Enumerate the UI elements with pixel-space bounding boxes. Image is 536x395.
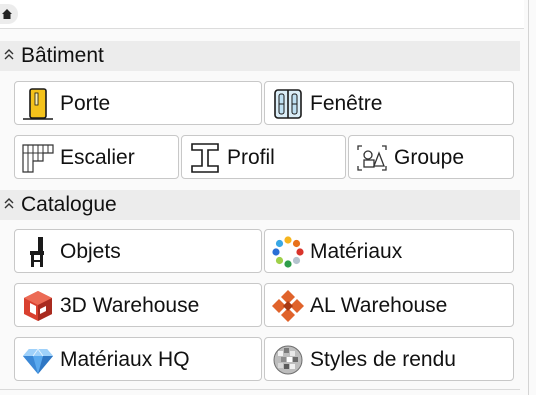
button-label: Matériaux [310,240,403,263]
section-header-batiment[interactable]: Bâtiment [0,41,520,71]
materiaux-hq-button[interactable]: Matériaux HQ [14,337,262,381]
al-warehouse-button[interactable]: AL Warehouse [264,283,514,327]
button-label: Styles de rendu [310,348,456,371]
panel-divider [0,389,520,390]
section-header-catalogue[interactable]: Catalogue [0,190,520,220]
chair-icon [30,237,44,267]
stairs-icon [22,144,54,173]
styles-de-rendu-button[interactable]: Styles de rendu [264,337,514,381]
window-icon [274,89,302,119]
3d-warehouse-icon [24,291,52,321]
button-label: Objets [60,240,121,263]
button-label: Matériaux HQ [60,348,190,371]
button-label: Profil [227,146,275,169]
al-warehouse-icon [272,290,304,322]
button-label: Groupe [394,146,465,169]
section-title: Bâtiment [21,44,104,67]
door-icon [23,88,53,120]
i-beam-profile-icon [191,143,219,173]
escalier-button[interactable]: Escalier [14,135,179,179]
collapse-chevron-icon [4,49,14,60]
group-icon [357,145,387,171]
button-label: Fenêtre [310,92,383,115]
button-label: Escalier [60,146,135,169]
button-label: AL Warehouse [310,294,448,317]
color-wheel-icon [272,236,304,268]
disco-ball-icon [273,345,303,375]
section-title: Catalogue [21,193,117,216]
button-label: 3D Warehouse [60,294,200,317]
home-icon [2,9,12,19]
diamond-icon [23,348,53,374]
porte-button[interactable]: Porte [14,81,262,125]
collapse-chevron-icon [4,198,14,209]
home-button[interactable] [0,4,18,24]
groupe-button[interactable]: Groupe [348,135,514,179]
objets-button[interactable]: Objets [14,229,262,273]
scrollbar[interactable] [528,0,529,395]
profil-button[interactable]: Profil [181,135,346,179]
3d-warehouse-button[interactable]: 3D Warehouse [14,283,262,327]
breadcrumb-bar [0,0,524,29]
button-label: Porte [60,92,111,115]
fenetre-button[interactable]: Fenêtre [264,81,514,125]
materiaux-button[interactable]: Matériaux [264,229,514,273]
